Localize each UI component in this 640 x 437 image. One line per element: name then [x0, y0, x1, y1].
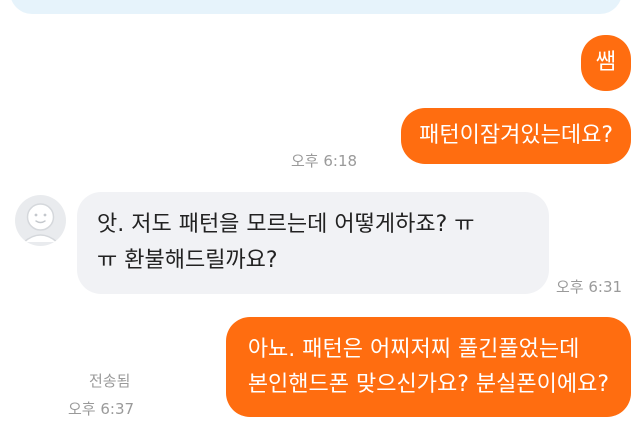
message-text: 쌤: [595, 50, 616, 75]
outgoing-message-bubble[interactable]: 쌤: [580, 35, 631, 91]
outgoing-message-bubble[interactable]: 패턴이잠겨있는데요?: [401, 108, 631, 164]
chat-screen: 쌤 패턴이잠겨있는데요? 오후 6:18 앗. 저도 패턴을 모르는데 어떻게하…: [0, 0, 640, 437]
default-profile-icon[interactable]: [15, 195, 66, 246]
message-text-line: 본인핸드폰 맞으신가요? 분실폰이에요?: [247, 372, 609, 397]
message-timestamp: 오후 6:31: [556, 278, 623, 296]
sent-status: 전송됨: [89, 372, 131, 390]
previous-message-bubble: [10, 0, 622, 14]
message-text-line: 아뇨. 패턴은 어찌저찌 풀긴풀었는데: [247, 337, 580, 362]
outgoing-message-bubble[interactable]: 아뇨. 패턴은 어찌저찌 풀긴풀었는데 본인핸드폰 맞으신가요? 분실폰이에요?: [225, 317, 631, 417]
message-text: 패턴이잠겨있는데요?: [419, 123, 613, 148]
message-text-line: 앗. 저도 패턴을 모르는데 어떻게하죠? ㅠ: [97, 212, 475, 237]
avatar-face-icon: [15, 195, 66, 246]
message-text-line: ㅠ 환불해드릴까요?: [97, 248, 278, 273]
incoming-message-bubble[interactable]: 앗. 저도 패턴을 모르는데 어떻게하죠? ㅠ ㅠ 환불해드릴까요?: [77, 192, 549, 294]
message-timestamp: 오후 6:37: [68, 400, 135, 418]
message-timestamp: 오후 6:18: [291, 152, 358, 170]
